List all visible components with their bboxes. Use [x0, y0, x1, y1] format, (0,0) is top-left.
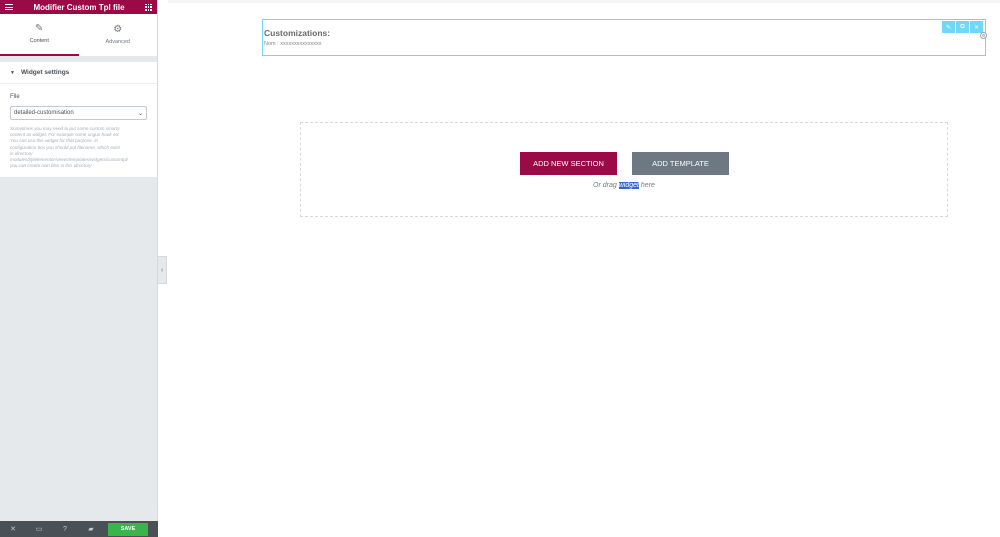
widget-heading: Customizations: [264, 28, 331, 38]
delete-widget-icon[interactable]: ✕ [970, 21, 983, 33]
pencil-icon: ✎ [35, 23, 44, 34]
editor-panel: Modifier Custom Tpl file ✎ Content ⚙ Adv… [0, 0, 158, 537]
close-icon[interactable]: ✕ [0, 521, 26, 537]
tab-content[interactable]: ✎ Content [0, 14, 79, 56]
add-template-button[interactable]: ADD TEMPLATE [632, 152, 729, 175]
save-button[interactable]: SAVE [108, 522, 148, 536]
drag-hint: Or drag widget here [301, 182, 947, 189]
drag-hint-highlight: widget [618, 182, 639, 189]
responsive-desktop-icon[interactable]: ▭ [26, 521, 52, 537]
file-field-label: File [10, 94, 20, 100]
file-select[interactable]: detailed-customisation ⌄ [10, 106, 147, 120]
controls: File detailed-customisation ⌄ Sometimes … [0, 84, 157, 177]
help-text: Sometimes you may need to put some custo… [10, 126, 158, 169]
widget-line: Nom : xxxxxxxxxxxxxxx [264, 41, 322, 47]
section-title: Widget settings [20, 69, 70, 76]
preview-canvas: Customizations: Nom : xxxxxxxxxxxxxxx ✎ … [168, 0, 1000, 537]
drag-hint-before: Or drag [593, 182, 619, 189]
widget-toolbar: ✎ ⧉ ✕ [942, 21, 983, 33]
duplicate-widget-icon[interactable]: ⧉ [956, 21, 969, 33]
edit-widget-icon[interactable]: ✎ [942, 21, 955, 33]
section-toggle-widget-settings[interactable]: ▼ Widget settings [0, 62, 157, 84]
file-select-value: detailed-customisation [14, 110, 74, 116]
help-icon[interactable]: ? [52, 521, 78, 537]
canvas-top-strip [168, 0, 1000, 3]
panel-header: Modifier Custom Tpl file [0, 0, 157, 14]
custom-tpl-widget[interactable]: Customizations: Nom : xxxxxxxxxxxxxxx ✎ … [262, 19, 987, 56]
widgets-grid-icon[interactable] [144, 3, 152, 11]
tab-content-label: Content [29, 38, 49, 44]
add-section-dropzone: ADD NEW SECTION ADD TEMPLATE Or drag wid… [300, 122, 948, 217]
add-new-section-button[interactable]: ADD NEW SECTION [520, 152, 617, 175]
panel-body: ▼ Widget settings File detailed-customis… [0, 62, 157, 178]
menu-icon[interactable] [5, 4, 13, 10]
panel-footer: ✕ ▭ ? ▰ SAVE [0, 521, 158, 537]
chevron-down-icon: ⌄ [137, 110, 143, 117]
settings-handle-icon[interactable]: ⚙ [980, 32, 987, 39]
caret-down-icon: ▼ [10, 69, 15, 76]
tab-advanced[interactable]: ⚙ Advanced [79, 14, 158, 56]
chevron-left-icon: ‹ [160, 266, 164, 274]
drag-hint-after: here [638, 182, 655, 189]
collapse-panel-handle[interactable]: ‹ [158, 256, 167, 284]
panel-title: Modifier Custom Tpl file [33, 2, 125, 12]
gear-icon: ⚙ [113, 24, 123, 35]
tab-advanced-label: Advanced [105, 39, 130, 45]
panel-tabs: ✎ Content ⚙ Advanced [0, 14, 157, 56]
folder-icon[interactable]: ▰ [78, 521, 104, 537]
help-line: you can create own files in this directo… [10, 163, 92, 169]
